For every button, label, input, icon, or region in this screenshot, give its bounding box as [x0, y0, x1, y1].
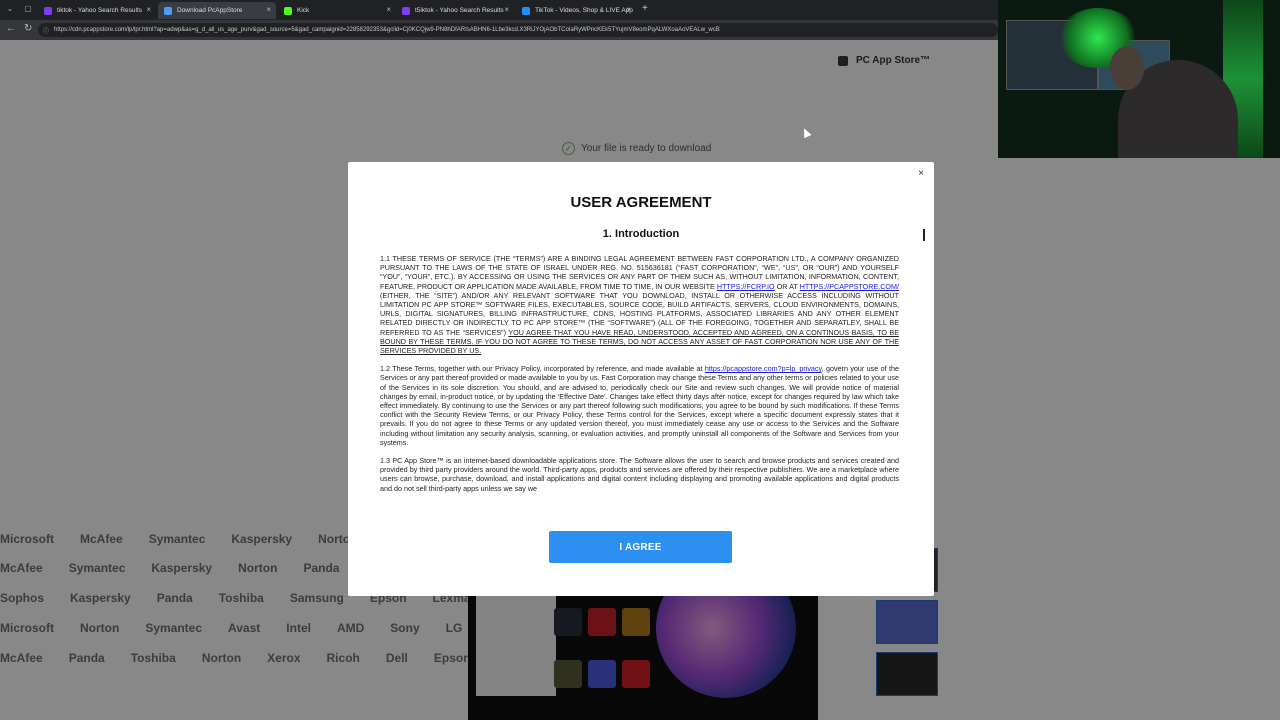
user-agreement-dialog: × USER AGREEMENT 1. Introduction 1.1 THE… [348, 162, 934, 596]
fcrp-link[interactable]: HTTPS://FCRP.IO [717, 282, 775, 291]
tab-title: Download PcAppStore [177, 7, 243, 14]
webcam-overlay [998, 0, 1280, 158]
reload-icon[interactable]: ↻ [24, 23, 32, 34]
tab-4[interactable]: t5iktok - Yahoo Search Results × [396, 2, 514, 19]
tab-search-icon[interactable]: ⌄ [5, 4, 15, 14]
url-field[interactable]: ⓘ https://cdn.pcappstore.com/lp/lpr.html… [38, 23, 998, 37]
dialog-title: USER AGREEMENT [570, 194, 712, 211]
streamer-head [1110, 46, 1144, 90]
paragraph-1-2: 1.2 These Terms, together with our Priva… [380, 364, 899, 447]
close-tab-icon[interactable]: × [504, 5, 509, 14]
privacy-policy-link[interactable]: https://pcappstore.com?p=lp_privacy [705, 364, 822, 373]
back-arrow-icon[interactable]: ← [6, 23, 16, 34]
pcappstore-favicon-icon [164, 6, 172, 15]
tab-3[interactable]: Kick × [278, 2, 396, 19]
new-tab-icon[interactable]: + [642, 3, 648, 14]
yahoo-favicon-icon [402, 6, 410, 15]
close-tab-icon[interactable]: × [266, 5, 271, 14]
tab-title: t5iktok - Yahoo Search Results [415, 7, 504, 14]
agreement-text[interactable]: 1.1 THESE TERMS OF SERVICE (THE “TERMS”)… [380, 254, 899, 511]
site-info-icon[interactable]: ⓘ [43, 26, 49, 35]
scrollbar-thumb[interactable] [923, 229, 925, 241]
text: , govern your use of the Services or any… [380, 364, 899, 447]
tab-title: Kick [297, 7, 310, 14]
close-tab-icon[interactable]: × [386, 5, 391, 14]
close-tab-icon[interactable]: × [146, 5, 151, 14]
paragraph-1-1: 1.1 THESE TERMS OF SERVICE (THE “TERMS”)… [380, 254, 899, 355]
tab-2[interactable]: Download PcAppStore × [158, 2, 276, 19]
tab-title: TikTok - Videos, Shop & LIVE App [535, 7, 633, 14]
tab-5[interactable]: TikTok - Videos, Shop & LIVE App × [516, 2, 636, 19]
kick-favicon-icon [284, 6, 292, 15]
section-heading: 1. Introduction [602, 228, 680, 240]
close-icon[interactable]: × [918, 168, 924, 179]
text: OR AT [774, 281, 800, 291]
tab-1[interactable]: tiktok - Yahoo Search Results × [38, 2, 156, 19]
agree-button[interactable]: I AGREE [549, 531, 732, 563]
tiktok-favicon-icon [522, 6, 530, 15]
close-tab-icon[interactable]: × [626, 5, 631, 14]
text: 1.2 These Terms, together with our Priva… [380, 364, 705, 374]
url-text: https://cdn.pcappstore.com/lp/lpr.html?a… [54, 27, 720, 33]
paragraph-1-3: 1.3 PC App Store™ is an internet-based d… [380, 456, 899, 493]
workspaces-icon[interactable]: ▢ [23, 4, 33, 14]
yahoo-favicon-icon [44, 6, 52, 15]
tab-title: tiktok - Yahoo Search Results [57, 7, 143, 14]
pcappstore-link[interactable]: HTTPS://PCAPPSTORE.COM/ [800, 282, 899, 291]
